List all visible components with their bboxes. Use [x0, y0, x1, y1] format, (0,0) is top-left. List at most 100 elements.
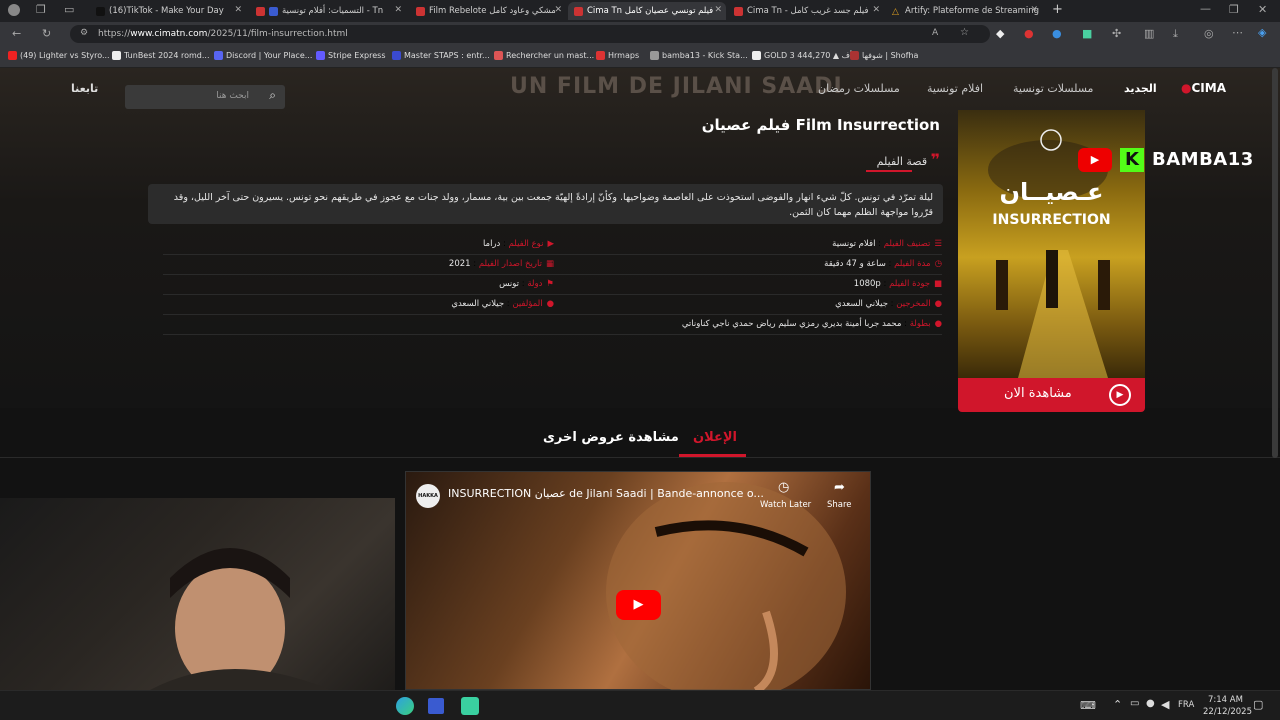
- channel-avatar[interactable]: HAKKA: [416, 484, 440, 508]
- user-icon: ●: [934, 299, 942, 309]
- webcam-feed: [150, 548, 330, 690]
- app-taskbar-icon[interactable]: [428, 698, 444, 714]
- bookmarks-bar: (49) Lighter vs Styro... TunBest 2024 ro…: [0, 46, 1280, 68]
- watch-now-button[interactable]: مشاهدة الان ▶: [958, 378, 1145, 412]
- close-icon[interactable]: ✕: [394, 5, 402, 15]
- story-heading: قصة الفيلم ❞: [876, 150, 940, 169]
- microphone-icon[interactable]: ●: [1146, 698, 1155, 709]
- download-icon[interactable]: ⤓: [1173, 27, 1178, 41]
- bookmark-item[interactable]: Hrmaps: [596, 51, 639, 60]
- follow-us[interactable]: تابعنا: [71, 82, 98, 95]
- bookmark-item[interactable]: TunBest 2024 romd...: [112, 51, 209, 60]
- tab-tiktok[interactable]: (16)TikTok - Make Your Day ✕: [90, 2, 246, 20]
- streamer-overlay: ▶ K BAMBA13: [1078, 146, 1258, 176]
- watch-now-label: مشاهدة الان: [1004, 386, 1072, 401]
- info-quality: ■جودة الفيلم : 1080p: [853, 279, 942, 289]
- bookmark-item[interactable]: Master STAPS : entr...: [392, 51, 490, 60]
- watch-later-label[interactable]: Watch Later: [760, 500, 811, 510]
- calendar-icon: ▦: [545, 259, 554, 269]
- read-aloud-icon[interactable]: A: [932, 28, 938, 38]
- notifications-icon[interactable]: ▢: [1253, 698, 1263, 711]
- site-info-icon[interactable]: ⚙: [80, 28, 88, 38]
- tab-trailer-underline: [679, 454, 746, 457]
- extensions-icon[interactable]: ✣: [1112, 27, 1121, 40]
- vpn-icon[interactable]: ◎: [1204, 27, 1214, 40]
- back-icon[interactable]: ←: [12, 27, 21, 40]
- extension-icon[interactable]: ●: [1052, 27, 1062, 40]
- bookmark-item[interactable]: Discord | Your Place...: [214, 51, 312, 60]
- bookmark-item[interactable]: bamba13 - Kick Sta...: [650, 51, 748, 60]
- site-icon: [574, 6, 583, 16]
- tray-chevron-icon[interactable]: ⌃: [1113, 698, 1122, 711]
- bookmark-item[interactable]: Stripe Express: [316, 51, 386, 60]
- profile-icon[interactable]: [8, 4, 20, 16]
- youtube-logo-icon: ▶: [1078, 148, 1112, 172]
- tab-label: Cima Tn - فيلم جسد غريب كامل: [747, 6, 869, 16]
- site-logo[interactable]: ●CIMA: [1181, 81, 1226, 95]
- page-icon: [112, 51, 121, 60]
- keyboard-icon[interactable]: ⌨: [1080, 699, 1096, 712]
- close-icon[interactable]: ✕: [554, 5, 562, 15]
- quote-icon: ❞: [930, 150, 940, 169]
- tab-insurrection[interactable]: Cima Tn فيلم تونسي عصيان كامل ✕: [568, 2, 726, 20]
- bookmark-item[interactable]: Rechercher un mast...: [494, 51, 594, 60]
- youtube-icon: [8, 51, 17, 60]
- tab-jasad-gharib[interactable]: Cima Tn - فيلم جسد غريب كامل ✕: [728, 2, 884, 20]
- extension-icon[interactable]: ●: [1024, 27, 1034, 40]
- close-window-icon[interactable]: ✕: [1258, 3, 1267, 16]
- search-box[interactable]: ابحث هنا ⌕: [125, 85, 285, 109]
- favorite-star-icon[interactable]: ☆: [960, 27, 969, 38]
- edge-taskbar-icon[interactable]: [396, 697, 414, 715]
- extension-icon[interactable]: ◆: [996, 27, 1004, 40]
- tab-rebelote[interactable]: Film Rebelote مشكي وعاود كامل ✕: [410, 2, 566, 20]
- nav-ramadan-series[interactable]: مسلسلات رمضان: [818, 82, 900, 95]
- watch-later-icon[interactable]: ◷: [778, 480, 789, 495]
- copilot-icon[interactable]: ◈: [1258, 26, 1266, 39]
- bookmark-item[interactable]: GOLD 3 444,270 ▲ أف...: [752, 51, 860, 60]
- minimize-icon[interactable]: —: [1200, 2, 1211, 15]
- info-release: ▦تاريخ اصدار الفيلم : 2021: [448, 259, 554, 269]
- share-icon[interactable]: ➦: [834, 480, 845, 495]
- site-nav: ●CIMA الجديد مسلسلات تونسية افلام تونسية…: [0, 76, 1280, 109]
- restore-icon[interactable]: ❐: [1229, 3, 1239, 16]
- search-icon[interactable]: ⌕: [269, 88, 276, 103]
- nav-tunisian-movies[interactable]: افلام تونسية: [927, 82, 983, 95]
- network-icon[interactable]: ▭: [1130, 698, 1139, 709]
- content-tabs: الإعلان مشاهدة عروض اخرى: [0, 426, 1280, 458]
- reload-icon[interactable]: ↻: [42, 27, 51, 40]
- close-icon[interactable]: ✕: [714, 5, 722, 15]
- tab-cimatn-tunisian[interactable]: التسميات: أفلام تونسية - Tn ✕: [250, 2, 406, 20]
- clock-time[interactable]: 7:14 AM: [1208, 695, 1243, 705]
- menu-icon[interactable]: ⋯: [1232, 26, 1243, 39]
- vertical-tabs-icon[interactable]: ▭: [64, 3, 74, 16]
- language-indicator[interactable]: FRA: [1178, 700, 1194, 710]
- split-screen-icon[interactable]: ▥: [1144, 27, 1154, 40]
- volume-icon[interactable]: ◀: [1161, 698, 1169, 711]
- youtube-play-button[interactable]: ▶: [616, 590, 661, 620]
- bookmark-item[interactable]: شوفها | Shofha: [850, 51, 918, 60]
- new-tab-button[interactable]: +: [1052, 2, 1063, 17]
- close-icon[interactable]: ✕: [1030, 5, 1038, 15]
- bookmark-item[interactable]: (49) Lighter vs Styro...: [8, 51, 110, 60]
- page-scrollbar[interactable]: [1272, 68, 1278, 458]
- clock-icon: ◷: [934, 259, 942, 269]
- shofha-icon: [850, 51, 859, 60]
- video-title[interactable]: INSURRECTION عصيان de Jilani Saadi | Ban…: [448, 487, 764, 500]
- close-icon[interactable]: ✕: [234, 5, 242, 15]
- audio-app-taskbar-icon[interactable]: [461, 697, 479, 715]
- clock-date[interactable]: 22/12/2025: [1203, 707, 1252, 717]
- workspaces-icon[interactable]: ❐: [36, 3, 46, 16]
- tab-trailer[interactable]: الإعلان: [693, 430, 737, 445]
- extension-icon[interactable]: ■: [1082, 27, 1092, 40]
- close-icon[interactable]: ✕: [872, 5, 880, 15]
- nav-new[interactable]: الجديد: [1124, 82, 1157, 95]
- url-field[interactable]: ⚙ https://www.cimatn.com/2025/11/film-in…: [70, 25, 990, 43]
- share-label[interactable]: Share: [827, 500, 852, 510]
- tab-artify[interactable]: △ Artify: Plateforme de Streaming ✕: [886, 2, 1042, 20]
- trailer-video-player[interactable]: HAKKA INSURRECTION عصيان de Jilani Saadi…: [405, 471, 871, 690]
- browser-tab-bar: ❐ ▭ (16)TikTok - Make Your Day ✕ التسميا…: [0, 0, 1280, 22]
- nav-tunisian-series[interactable]: مسلسلات تونسية: [1013, 82, 1093, 95]
- tab-other-shows[interactable]: مشاهدة عروض اخرى: [543, 430, 679, 445]
- search-input[interactable]: ابحث هنا: [216, 91, 249, 101]
- url-host: www.cimatn.com: [130, 29, 208, 39]
